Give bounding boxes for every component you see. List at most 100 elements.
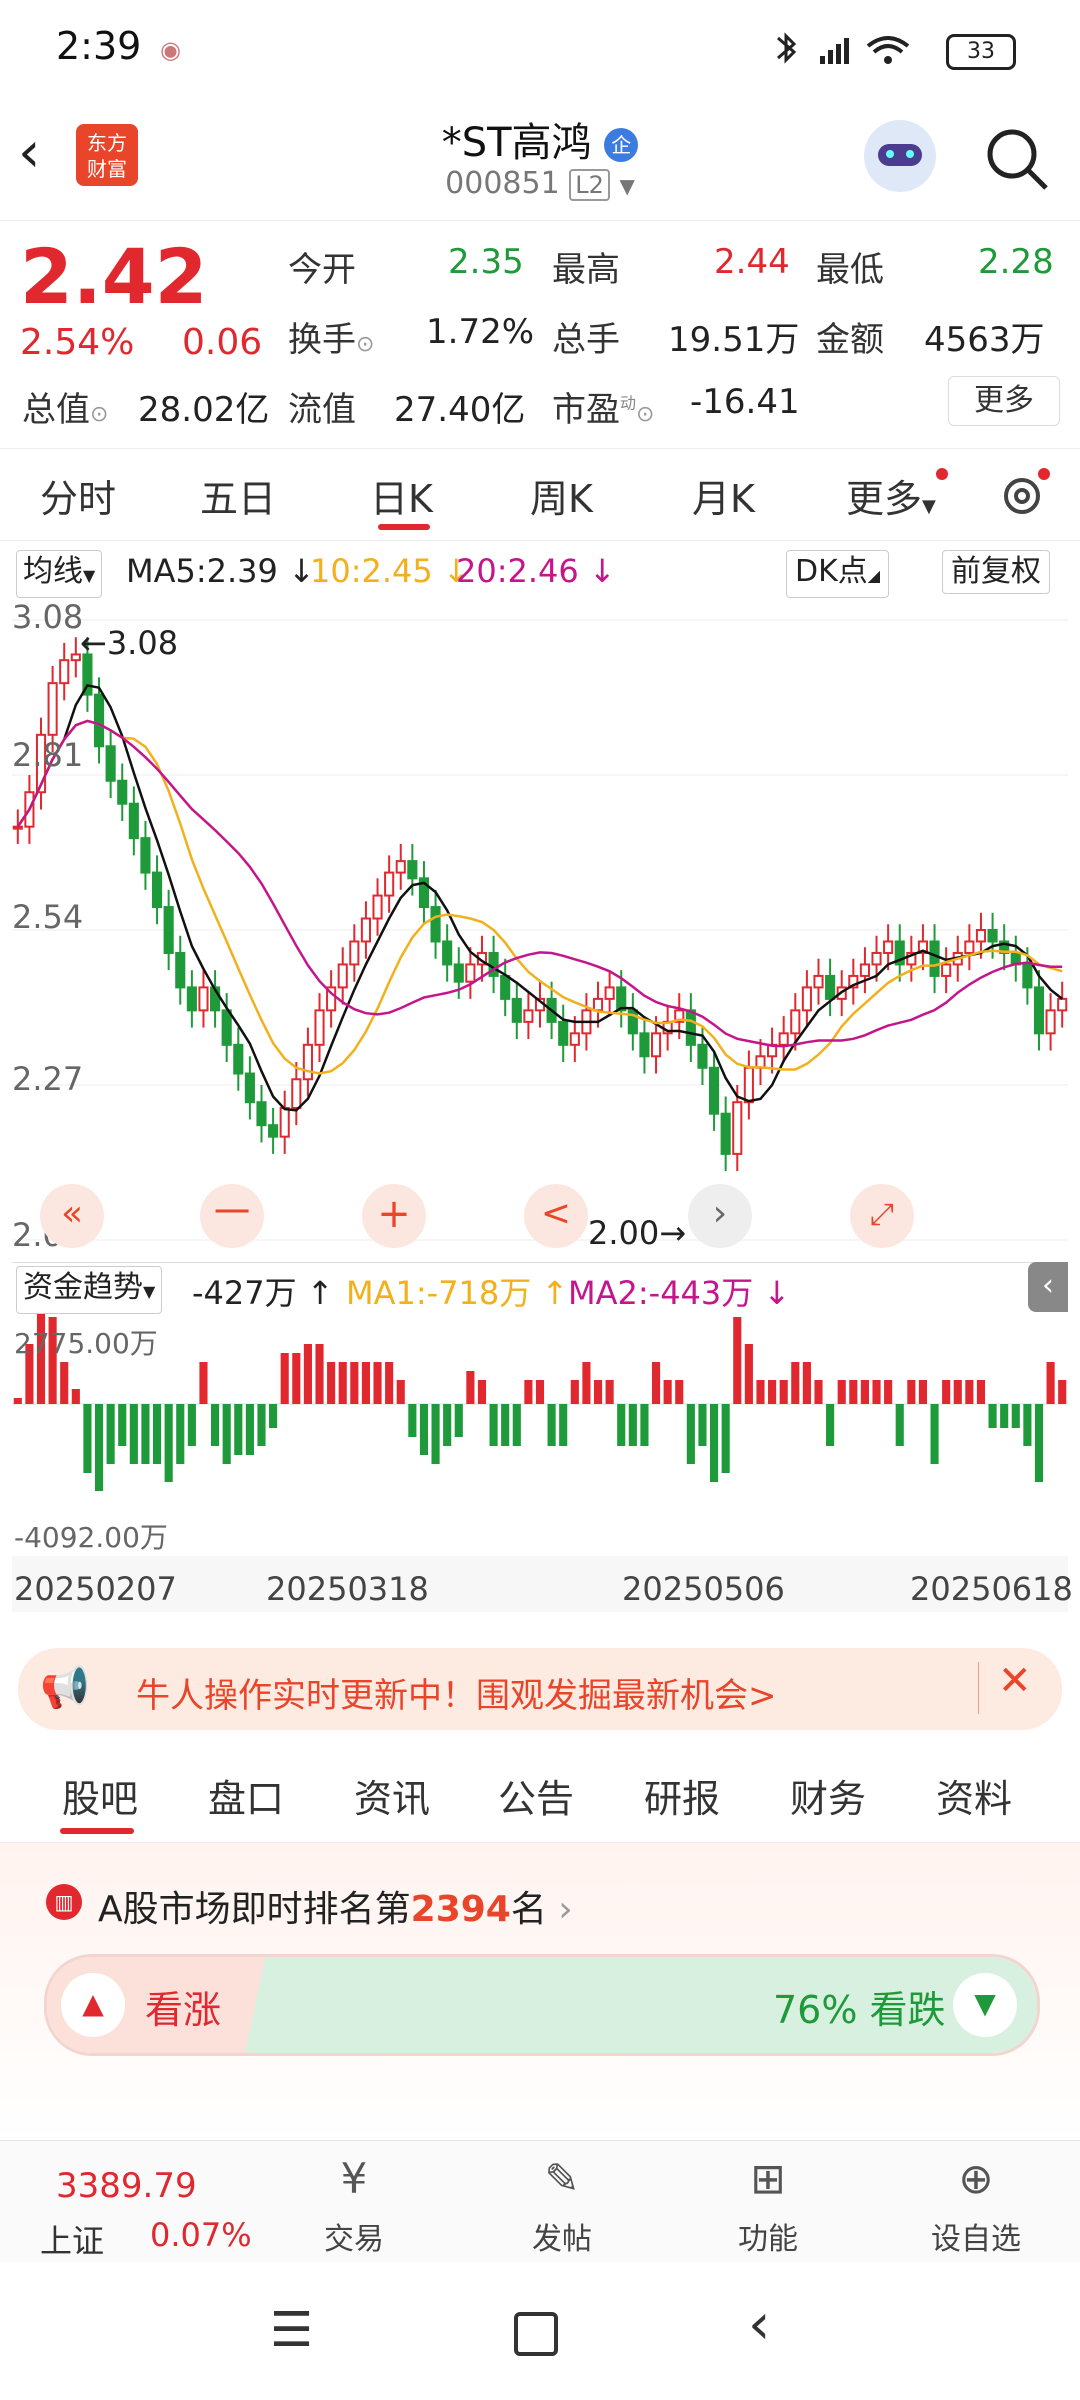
open-value: 2.35: [448, 242, 524, 282]
amount-label: 金额: [816, 320, 884, 360]
candle: [1057, 997, 1068, 1012]
candle: [395, 860, 406, 874]
flow-bar: [373, 1362, 382, 1404]
post-edit-icon[interactable]: ✎: [492, 2154, 632, 2203]
index-value[interactable]: 3389.79: [56, 2166, 197, 2206]
candle: [790, 1009, 801, 1035]
candle: [500, 974, 511, 1000]
dk-point-selector[interactable]: DK点◢: [786, 550, 890, 598]
megaphone-icon: 📢: [40, 1665, 90, 1711]
status-bar: 2:39 ◉ 33: [0, 0, 1080, 100]
prev-candle-button[interactable]: <: [524, 1184, 588, 1248]
y-tick-0: 3.08: [12, 598, 84, 636]
add-watchlist-icon[interactable]: ⊕: [906, 2154, 1046, 2203]
candle: [859, 963, 870, 977]
subtab-research[interactable]: 研报: [644, 1768, 720, 1823]
flow-bar: [280, 1353, 289, 1404]
ranking-text[interactable]: A股市场即时排名第2394名 ›: [98, 1880, 573, 1932]
flow-bar: [942, 1380, 951, 1404]
system-nav-bar: ☰ ‹: [0, 2262, 1080, 2400]
y-tick-2: 2.54: [12, 898, 84, 936]
search-icon[interactable]: [982, 124, 1052, 194]
post-label[interactable]: 发帖: [492, 2214, 632, 2258]
collapse-panel-icon[interactable]: ‹: [1028, 1262, 1068, 1312]
scroll-left-icon[interactable]: «: [40, 1184, 104, 1248]
zoom-in-button[interactable]: +: [362, 1184, 426, 1248]
functions-label[interactable]: 功能: [698, 2214, 838, 2258]
capital-trend-selector[interactable]: 资金趋势▼: [16, 1266, 163, 1314]
close-icon[interactable]: ✕: [998, 1658, 1032, 1704]
pe-label: 市盈动⊙: [552, 390, 655, 430]
flow-bar: [512, 1404, 521, 1446]
float-label: 流值: [288, 390, 356, 430]
tab-more[interactable]: 更多▼: [846, 468, 936, 523]
menu-icon[interactable]: ☰: [270, 2302, 313, 2358]
adjust-selector[interactable]: 前复权: [942, 550, 1050, 594]
candle: [720, 1112, 731, 1155]
flow-bar: [176, 1404, 185, 1464]
ma-selector[interactable]: 均线▼: [16, 550, 103, 598]
flow-bar: [802, 1362, 811, 1404]
settings-gear-icon[interactable]: [996, 468, 1052, 524]
capital-ma1: MA1:-718万 ↑: [346, 1274, 569, 1312]
flow-bar: [814, 1380, 823, 1404]
home-icon[interactable]: [514, 2312, 558, 2356]
kline-chart[interactable]: [12, 600, 1068, 1260]
flow-bar: [106, 1404, 115, 1464]
candle: [987, 929, 998, 943]
promo-text: 牛人操作实时更新中！围观发掘最新机会>: [136, 1676, 777, 1716]
flow-bar: [651, 1362, 661, 1404]
subtab-finance[interactable]: 财务: [790, 1768, 866, 1823]
subtab-market[interactable]: 盘口: [208, 1768, 284, 1823]
trade-icon[interactable]: ¥: [284, 2154, 424, 2203]
trade-label[interactable]: 交易: [284, 2214, 424, 2258]
candle: [12, 825, 23, 830]
bearish-arrow-icon[interactable]: ▼: [953, 1973, 1017, 2037]
amount-value: 4563万: [924, 320, 1045, 360]
tab-five-day[interactable]: 五日: [200, 468, 276, 523]
flow-bar: [884, 1380, 893, 1404]
tab-daily-k[interactable]: 日K: [370, 468, 433, 523]
add-watchlist-label[interactable]: 设自选: [906, 2214, 1046, 2258]
flow-bar: [559, 1404, 568, 1446]
flow-bar: [628, 1404, 637, 1446]
bullish-arrow-icon[interactable]: ▲: [61, 1973, 125, 2037]
candle: [360, 917, 371, 943]
next-candle-icon[interactable]: ›: [688, 1184, 752, 1248]
promo-banner[interactable]: 📢 牛人操作实时更新中！围观发掘最新机会> ✕: [18, 1648, 1062, 1730]
flow-bar: [234, 1404, 243, 1455]
candle: [639, 1032, 650, 1058]
change-percent: 2.54%: [20, 322, 135, 363]
subtab-news[interactable]: 资讯: [354, 1768, 430, 1823]
status-time: 2:39: [56, 24, 142, 68]
tab-weekly-k[interactable]: 周K: [530, 468, 593, 523]
ma10-readout: 10:2.45 ↓: [310, 552, 470, 590]
candle: [198, 986, 209, 1012]
flow-bar: [593, 1380, 603, 1404]
candle: [233, 1043, 244, 1075]
candle: [302, 1043, 313, 1081]
subtab-profile[interactable]: 资料: [936, 1768, 1012, 1823]
flow-bar: [152, 1404, 162, 1464]
subtab-forum[interactable]: 股吧: [62, 1768, 138, 1823]
flow-bar: [303, 1344, 312, 1404]
subtab-announcements[interactable]: 公告: [498, 1768, 574, 1823]
candle: [47, 682, 58, 736]
x-tick-3: 20250618: [910, 1570, 1073, 1608]
candle: [256, 1101, 267, 1127]
zoom-out-button[interactable]: 一: [200, 1184, 264, 1248]
robot-assistant-icon[interactable]: [864, 120, 936, 192]
candle: [407, 860, 418, 880]
flow-bar: [976, 1380, 986, 1404]
flow-bar: [675, 1380, 684, 1404]
tab-intraday[interactable]: 分时: [40, 468, 116, 523]
more-button[interactable]: 更多: [948, 376, 1060, 426]
open-label: 今开: [288, 250, 356, 290]
functions-grid-icon[interactable]: ⊞: [698, 2154, 838, 2203]
tab-monthly-k[interactable]: 月K: [692, 468, 755, 523]
sentiment-bar: ▲ 看涨 76% 看跌 ▼: [44, 1954, 1040, 2056]
expand-icon[interactable]: ⤢: [850, 1184, 914, 1248]
back-nav-icon[interactable]: ‹: [748, 2292, 770, 2357]
candle: [929, 940, 940, 977]
candle: [743, 1066, 754, 1104]
